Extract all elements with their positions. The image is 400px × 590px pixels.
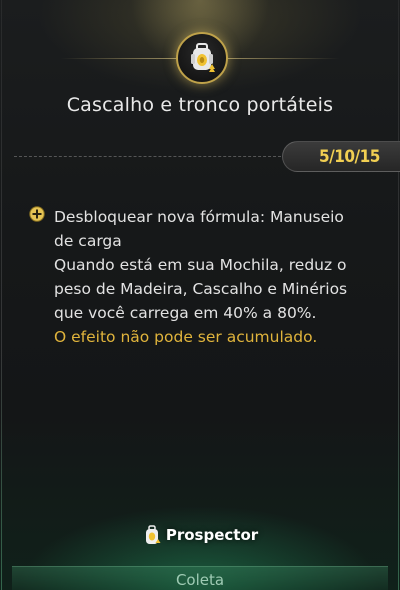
effect-description: Desbloquear nova fórmula: Manuseio de ca… xyxy=(54,205,385,349)
effect-line: peso de Madeira, Cascalho e Minérios xyxy=(54,280,348,298)
backpack-gold-icon xyxy=(176,32,228,84)
class-label: Prospector xyxy=(0,524,400,546)
skill-effect: Desbloquear nova fórmula: Manuseio de ca… xyxy=(29,205,385,349)
effect-line: que você carrega em 40% a 80%. xyxy=(54,304,317,322)
effect-line: de carga xyxy=(54,232,122,250)
top-divider-right xyxy=(220,58,340,59)
class-name: Prospector xyxy=(165,526,259,544)
panel-border-left xyxy=(1,0,2,590)
category-label: Coleta xyxy=(175,571,225,589)
skill-tooltip-panel: Cascalho e tronco portáteis 5/10/15 Desb… xyxy=(0,0,400,590)
prospector-backpack-icon xyxy=(145,525,161,544)
top-divider-left xyxy=(60,58,180,59)
plus-circle-icon xyxy=(29,206,45,222)
skill-title: Cascalho e tronco portáteis xyxy=(66,94,334,116)
category-tab[interactable]: Coleta xyxy=(12,566,388,590)
level-badge: 5/10/15 xyxy=(282,141,400,172)
effect-line: Desbloquear nova fórmula: Manuseio xyxy=(54,208,344,226)
dashed-divider xyxy=(14,156,286,157)
panel-border-right xyxy=(398,0,399,590)
effect-note: O efeito não pode ser acumulado. xyxy=(54,328,318,346)
level-values: 5/10/15 xyxy=(319,146,380,167)
effect-line: Quando está em sua Mochila, reduz o xyxy=(54,256,347,274)
